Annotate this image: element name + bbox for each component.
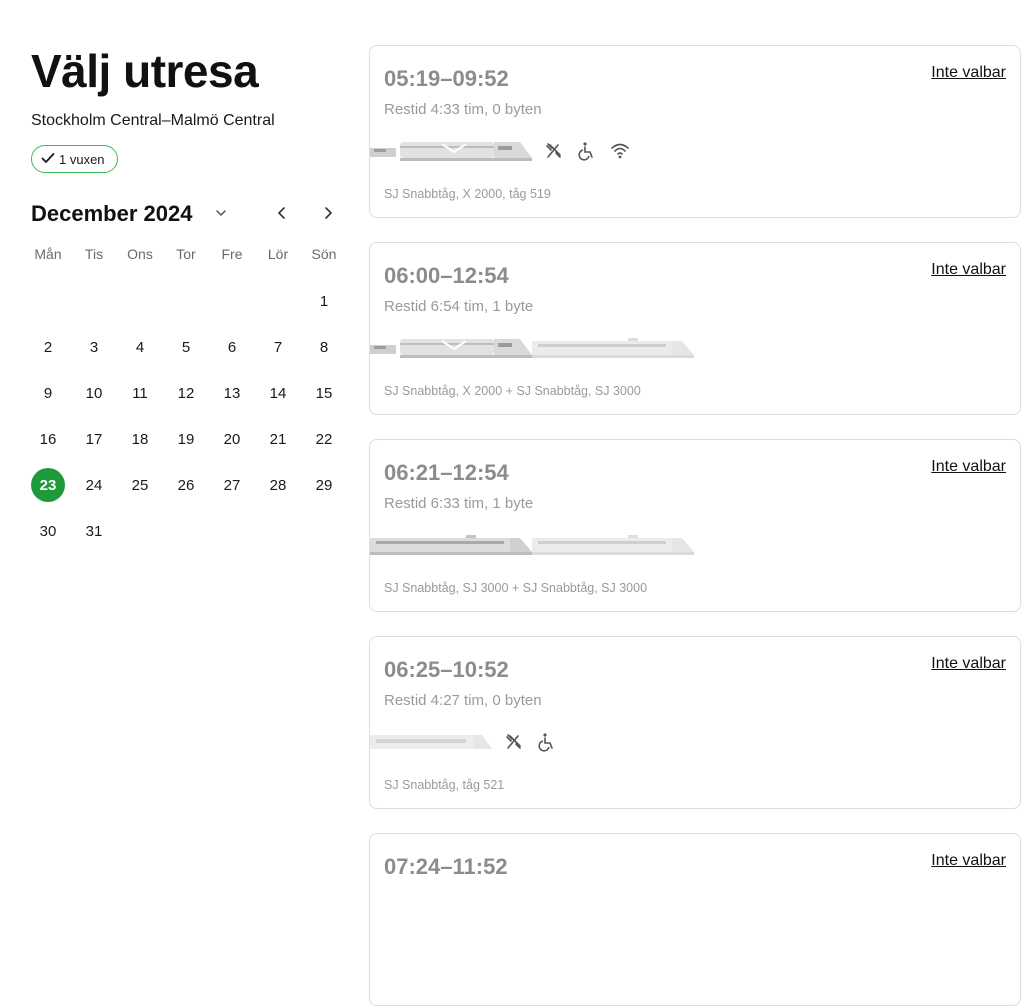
weekday-label: Ons (127, 246, 153, 262)
calendar-day[interactable]: 6 (215, 330, 249, 364)
operator-label: SJ Snabbtåg, tåg 521 (384, 778, 505, 792)
train-row (370, 532, 694, 562)
restaurant-icon (504, 732, 524, 757)
wheelchair-icon (538, 732, 556, 757)
route-label: Stockholm Central–Malmö Central (31, 112, 275, 129)
wifi-icon (610, 141, 630, 166)
train-row (370, 729, 556, 759)
month-label: December 2024 (31, 201, 193, 226)
operator-label: SJ Snabbtåg, X 2000, tåg 519 (384, 187, 551, 201)
departure-card[interactable]: 06:21–12:54 Restid 6:33 tim, 1 byte Inte v… (369, 439, 1021, 612)
amenities (504, 732, 556, 757)
train-row (370, 335, 694, 365)
calendar-day[interactable]: 17 (77, 422, 111, 456)
weekday-label: Mån (34, 246, 62, 262)
calendar-day[interactable]: 1 (307, 284, 341, 318)
calendar-day[interactable]: 20 (215, 422, 249, 456)
calendar-day[interactable]: 30 (31, 514, 65, 548)
operator-label: SJ Snabbtåg, X 2000 + SJ Snabbtåg, SJ 30… (384, 384, 641, 398)
train-illustration (532, 530, 694, 565)
train-illustration (370, 530, 532, 565)
page-title: Välj utresa (31, 45, 259, 97)
calendar-day[interactable]: 2 (31, 330, 65, 364)
calendar-day-selected[interactable]: 23 (31, 468, 65, 502)
calendar-day[interactable]: 13 (215, 376, 249, 410)
departure-card[interactable]: 05:19–09:52 Restid 4:33 tim, 0 byten Inte … (369, 45, 1021, 218)
travel-duration: Restid 6:33 tim, 1 byte (384, 495, 534, 512)
weekday-label: Sön (311, 246, 337, 262)
checkmark-icon (41, 152, 55, 167)
calendar-day[interactable]: 14 (261, 376, 295, 410)
calendar-day[interactable]: 31 (77, 514, 111, 548)
calendar-header: December 2024 (31, 197, 341, 229)
departure-times: 06:25–10:52 (384, 657, 509, 682)
calendar-day[interactable]: 15 (307, 376, 341, 410)
not-available-link[interactable]: Inte valbar (931, 261, 1006, 279)
travel-duration: Restid 4:33 tim, 0 byten (384, 101, 542, 118)
weekday-label: Tor (176, 246, 196, 262)
calendar-day[interactable]: 3 (77, 330, 111, 364)
not-available-link[interactable]: Inte valbar (931, 458, 1006, 476)
operator-label: SJ Snabbtåg, SJ 3000 + SJ Snabbtåg, SJ 3… (384, 581, 648, 595)
restaurant-icon (544, 141, 564, 166)
travel-duration: Restid 4:27 tim, 0 byten (384, 692, 542, 709)
train-illustration (532, 333, 694, 368)
departure-times: 05:19–09:52 (384, 66, 509, 91)
train-illustration (370, 333, 532, 368)
departure-times: 06:00–12:54 (384, 263, 509, 288)
departure-card[interactable]: 06:00–12:54 Restid 6:54 tim, 1 byte Inte v… (369, 242, 1021, 415)
passenger-count: 1 vuxen (59, 151, 105, 167)
weekday-label: Tis (84, 246, 104, 262)
prev-month-button[interactable] (273, 203, 291, 223)
calendar-day[interactable]: 28 (261, 468, 295, 502)
calendar-day[interactable]: 9 (31, 376, 65, 410)
amenities (544, 141, 630, 166)
calendar-day[interactable]: 22 (307, 422, 341, 456)
calendar-day[interactable]: 11 (123, 376, 157, 410)
calendar-day[interactable]: 25 (123, 468, 157, 502)
calendar-day[interactable]: 12 (169, 376, 203, 410)
calendar-day[interactable]: 4 (123, 330, 157, 364)
next-month-button[interactable] (319, 203, 337, 223)
train-row (370, 138, 630, 168)
calendar-day[interactable]: 19 (169, 422, 203, 456)
calendar-day[interactable]: 5 (169, 330, 203, 364)
departure-times: 07:24–11:52 (384, 854, 508, 879)
calendar-day[interactable]: 29 (307, 468, 341, 502)
weekday-label: Lör (267, 246, 289, 262)
calendar-day[interactable]: 21 (261, 422, 295, 456)
calendar-day[interactable]: 24 (77, 468, 111, 502)
train-illustration (370, 136, 532, 171)
calendar-day[interactable]: 7 (261, 330, 295, 364)
wheelchair-icon (578, 141, 596, 166)
calendar-day[interactable]: 26 (169, 468, 203, 502)
calendar-day[interactable]: 16 (31, 422, 65, 456)
departure-card[interactable]: 07:24–11:52 Inte valbar (369, 833, 1021, 1006)
not-available-link[interactable]: Inte valbar (931, 852, 1006, 870)
calendar-day[interactable]: 10 (77, 376, 111, 410)
departure-times: 06:21–12:54 (384, 460, 509, 485)
train-illustration (370, 727, 492, 762)
calendar-day[interactable]: 8 (307, 330, 341, 364)
not-available-link[interactable]: Inte valbar (931, 655, 1006, 673)
not-available-link[interactable]: Inte valbar (931, 64, 1006, 82)
passenger-chip[interactable]: 1 vuxen (31, 145, 118, 173)
calendar-day[interactable]: 27 (215, 468, 249, 502)
departure-card[interactable]: 06:25–10:52 Restid 4:27 tim, 0 byten Inte … (369, 636, 1021, 809)
travel-duration: Restid 6:54 tim, 1 byte (384, 298, 534, 315)
calendar-day[interactable]: 18 (123, 422, 157, 456)
left-panel: Välj utresa Stockholm Central–Malmö Cent… (31, 40, 351, 540)
weekday-label: Fre (221, 246, 243, 262)
month-dropdown-chevron-icon[interactable] (214, 203, 230, 223)
